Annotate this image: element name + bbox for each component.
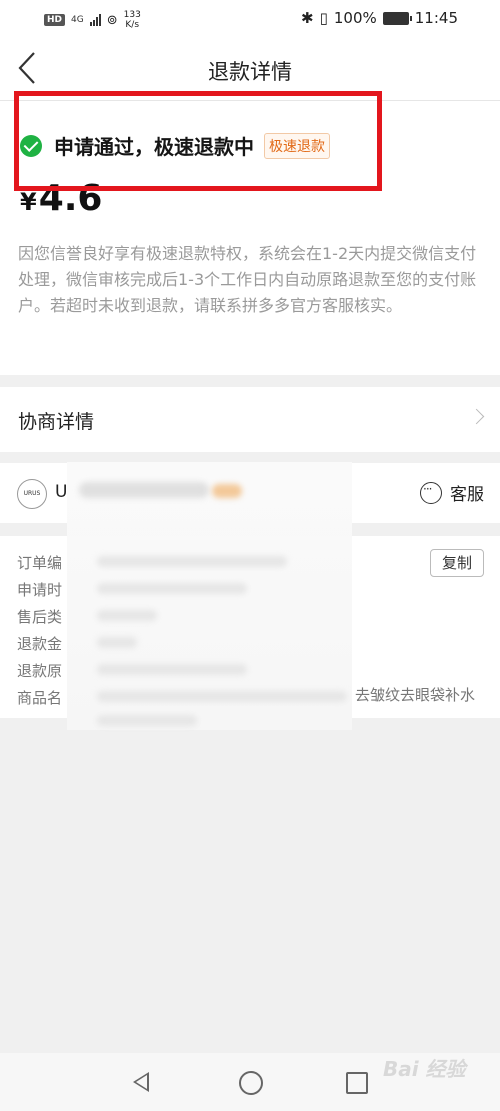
merchant-logo: URUS bbox=[17, 479, 47, 509]
product-name-value: 去皱纹去眼袋补水 bbox=[355, 686, 476, 704]
clock: 11:45 bbox=[414, 9, 458, 27]
bluetooth-icon: ✱ bbox=[301, 9, 314, 27]
blurred-text bbox=[97, 637, 137, 648]
highlight-box bbox=[14, 91, 382, 191]
blurred-text bbox=[97, 664, 247, 675]
refund-amount-label: 退款金 bbox=[17, 635, 63, 653]
product-name-label: 商品名 bbox=[17, 689, 63, 707]
merchant-name: U bbox=[55, 482, 68, 502]
negotiation-details-row[interactable]: 协商详情 bbox=[0, 387, 500, 452]
page-title: 退款详情 bbox=[208, 60, 292, 84]
currency-symbol: ¥ bbox=[20, 188, 37, 216]
network-speed-value: 133 bbox=[123, 10, 141, 20]
nav-back-icon[interactable] bbox=[133, 1072, 149, 1092]
network-type: 4G bbox=[71, 14, 84, 25]
network-speed: 133 K/s bbox=[124, 10, 141, 30]
blurred-text bbox=[97, 691, 347, 702]
refund-description: 因您信誉良好享有极速退款特权，系统会在1-2天内提交微信支付处理，微信审核完成后… bbox=[18, 244, 477, 315]
signal-icon bbox=[89, 14, 101, 26]
chat-bubble-icon bbox=[420, 481, 442, 504]
nav-home-icon[interactable] bbox=[239, 1071, 263, 1095]
negotiation-details-label: 协商详情 bbox=[18, 411, 95, 433]
battery-icon bbox=[382, 11, 412, 25]
blurred-text bbox=[97, 556, 287, 567]
blurred-badge bbox=[212, 484, 242, 498]
watermark: Bai 经验 bbox=[383, 1057, 466, 1081]
hotspot-icon: ⊚ bbox=[106, 12, 118, 28]
refund-reason-label: 退款原 bbox=[17, 662, 63, 680]
order-number-label: 订单编 bbox=[17, 554, 63, 572]
customer-service-label: 客服 bbox=[450, 485, 484, 505]
network-speed-unit: K/s bbox=[125, 20, 140, 30]
nav-recents-icon[interactable] bbox=[346, 1072, 368, 1094]
battery-percent: 100% bbox=[333, 9, 377, 27]
copy-button[interactable]: 复制 bbox=[430, 549, 484, 577]
status-bar-left: HD 4G ⊚ 133 K/s bbox=[44, 10, 141, 30]
vibrate-icon: ▯ bbox=[319, 9, 328, 27]
customer-service-button[interactable]: 客服 bbox=[420, 480, 484, 505]
blurred-text bbox=[79, 482, 209, 498]
blurred-text bbox=[97, 715, 197, 726]
blurred-text bbox=[97, 610, 157, 621]
apply-time-label: 申请时 bbox=[17, 581, 63, 599]
status-bar-right: ✱ ▯ 100% 11:45 bbox=[301, 9, 458, 27]
hd-indicator: HD bbox=[44, 14, 66, 26]
status-bar: HD 4G ⊚ 133 K/s ✱ ▯ 100% 11:45 bbox=[0, 0, 500, 36]
privacy-blur-overlay bbox=[67, 462, 352, 730]
blurred-text bbox=[97, 583, 247, 594]
chevron-right-icon bbox=[468, 408, 485, 425]
after-sale-type-label: 售后类 bbox=[17, 608, 63, 626]
